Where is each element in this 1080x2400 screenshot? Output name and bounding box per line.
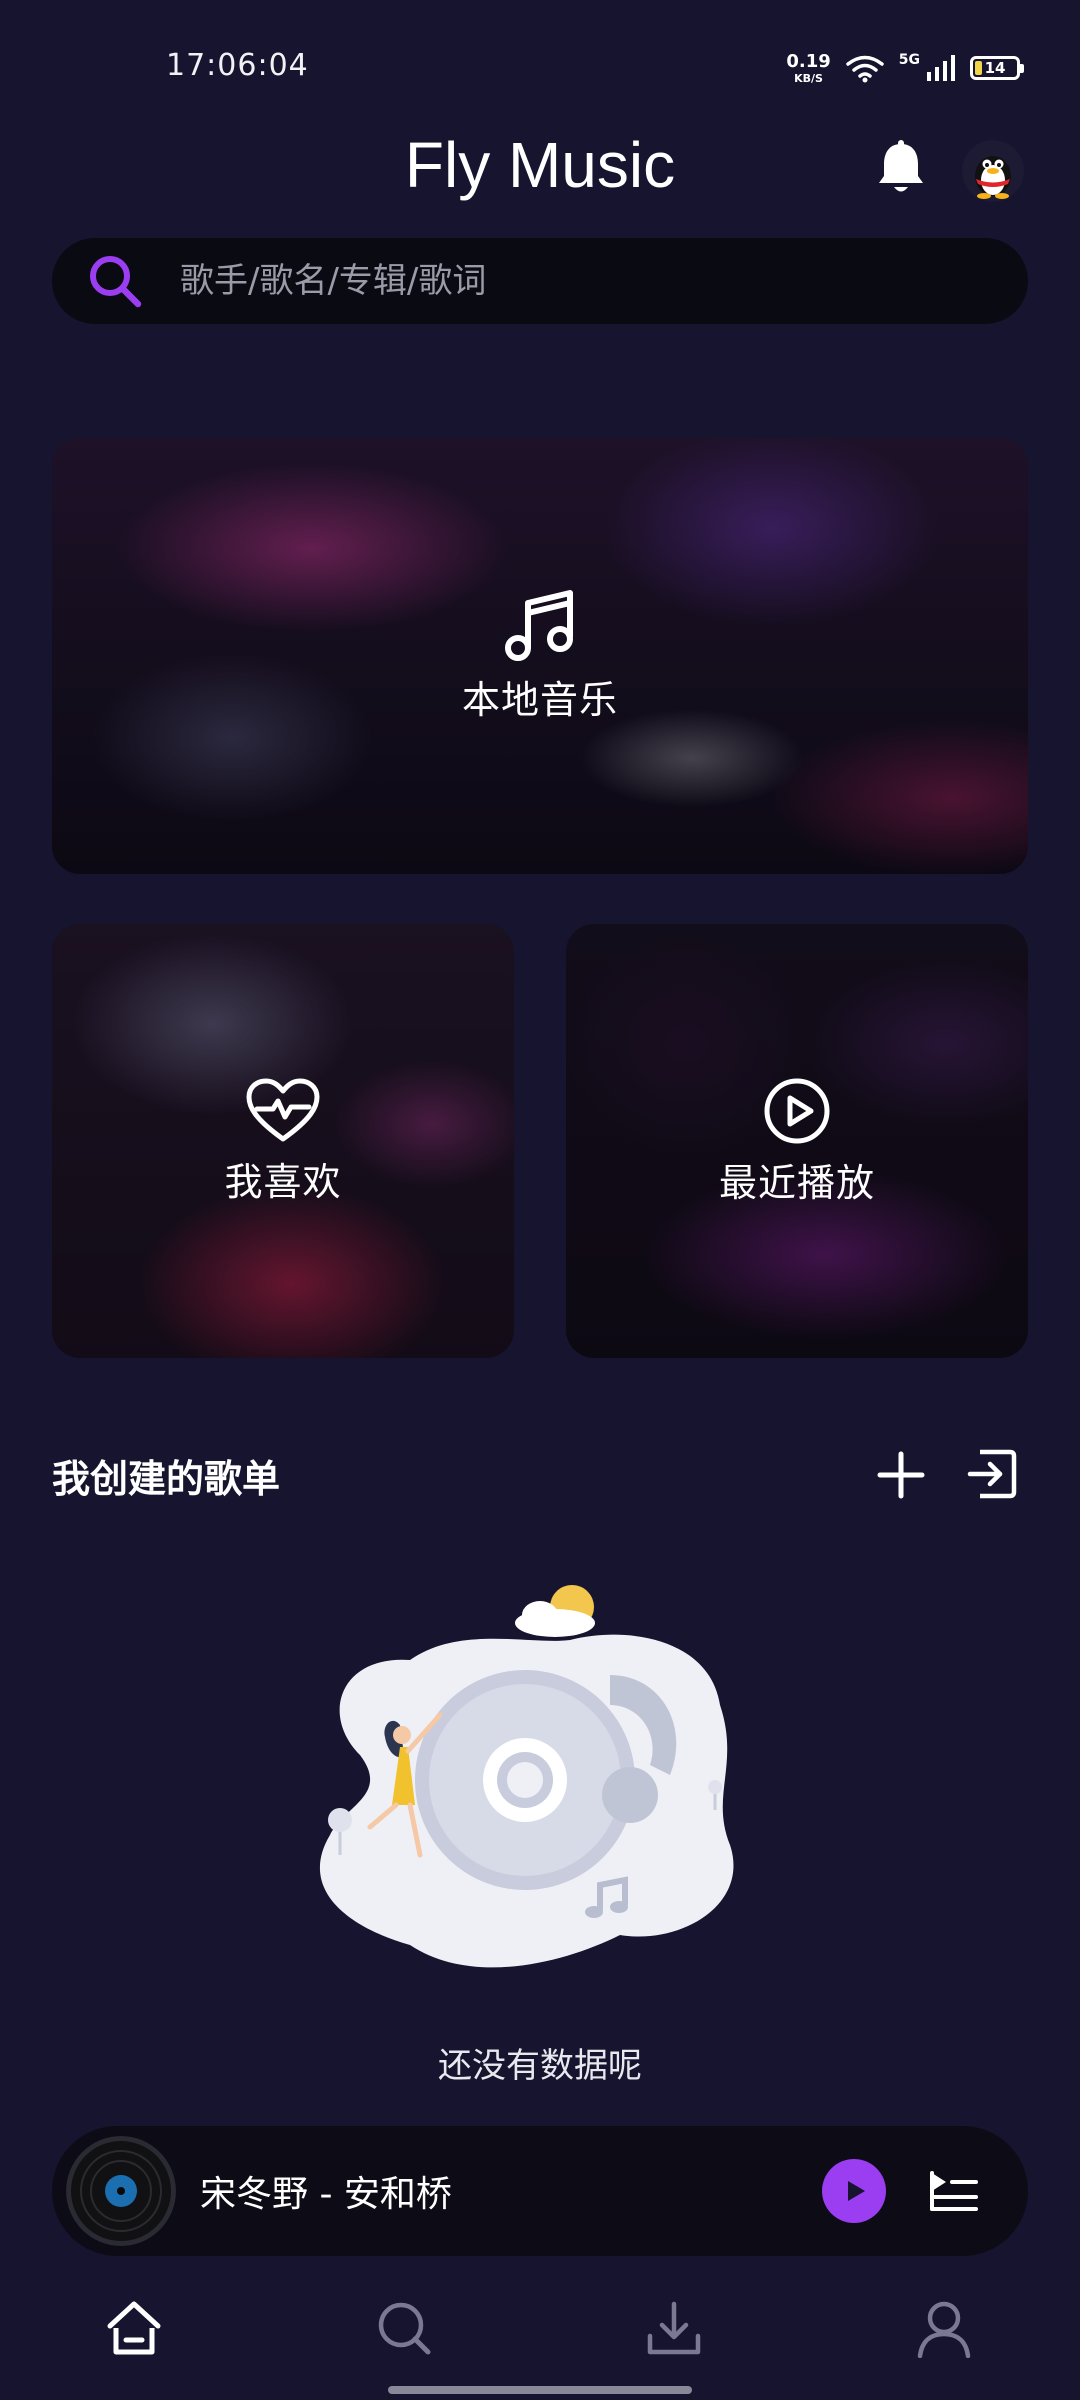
disc-icon[interactable] bbox=[66, 2136, 176, 2246]
heart-pulse-icon bbox=[246, 1078, 320, 1141]
download-icon[interactable] bbox=[644, 2298, 704, 2358]
mini-player[interactable]: 宋冬野 - 安和桥 bbox=[52, 2126, 1028, 2256]
playlists-title: 我创建的歌单 bbox=[52, 1457, 281, 1501]
net-speed: 0.19 KB/S bbox=[786, 50, 831, 85]
music-note-icon bbox=[505, 589, 573, 661]
empty-state-text: 还没有数据呢 bbox=[438, 2046, 642, 2086]
bell-icon[interactable] bbox=[875, 140, 927, 198]
favorites-card[interactable]: 我喜欢 bbox=[52, 924, 514, 1358]
recent-card[interactable]: 最近播放 bbox=[566, 924, 1028, 1358]
net-speed-value: 0.19 bbox=[786, 50, 831, 72]
play-icon[interactable] bbox=[822, 2159, 886, 2223]
status-time: 17:06:04 bbox=[166, 48, 309, 83]
favorites-label: 我喜欢 bbox=[224, 1159, 342, 1204]
import-icon[interactable] bbox=[966, 1448, 1018, 1500]
local-music-label: 本地音乐 bbox=[461, 677, 618, 722]
track-title: 宋冬野 - 安和桥 bbox=[200, 2174, 452, 2215]
profile-icon[interactable] bbox=[914, 2298, 974, 2359]
empty-state-illustration bbox=[300, 1565, 780, 1995]
search-input[interactable] bbox=[180, 261, 980, 301]
search-icon[interactable] bbox=[374, 2298, 434, 2358]
add-icon[interactable] bbox=[876, 1450, 926, 1500]
play-circle-icon bbox=[764, 1078, 830, 1143]
avatar[interactable] bbox=[962, 140, 1024, 202]
home-icon[interactable] bbox=[104, 2298, 164, 2358]
network-type: 5G bbox=[898, 52, 920, 68]
recent-label: 最近播放 bbox=[718, 1160, 875, 1205]
battery-icon: 14 bbox=[970, 56, 1024, 80]
wifi-icon bbox=[846, 55, 884, 83]
local-music-card[interactable]: 本地音乐 bbox=[52, 438, 1028, 874]
battery-level: 14 bbox=[984, 59, 1006, 77]
queue-icon[interactable] bbox=[928, 2169, 980, 2213]
status-bar: 17:06:04 0.19 KB/S 5G 14 bbox=[0, 0, 1080, 120]
search-bar[interactable] bbox=[52, 238, 1028, 324]
net-speed-unit: KB/S bbox=[794, 71, 823, 85]
status-icons: 0.19 KB/S 5G 14 bbox=[786, 48, 1024, 88]
cell-signal-icon bbox=[927, 55, 955, 81]
home-indicator[interactable] bbox=[388, 2386, 692, 2394]
search-icon bbox=[90, 256, 142, 308]
bottom-nav bbox=[0, 2290, 1080, 2370]
